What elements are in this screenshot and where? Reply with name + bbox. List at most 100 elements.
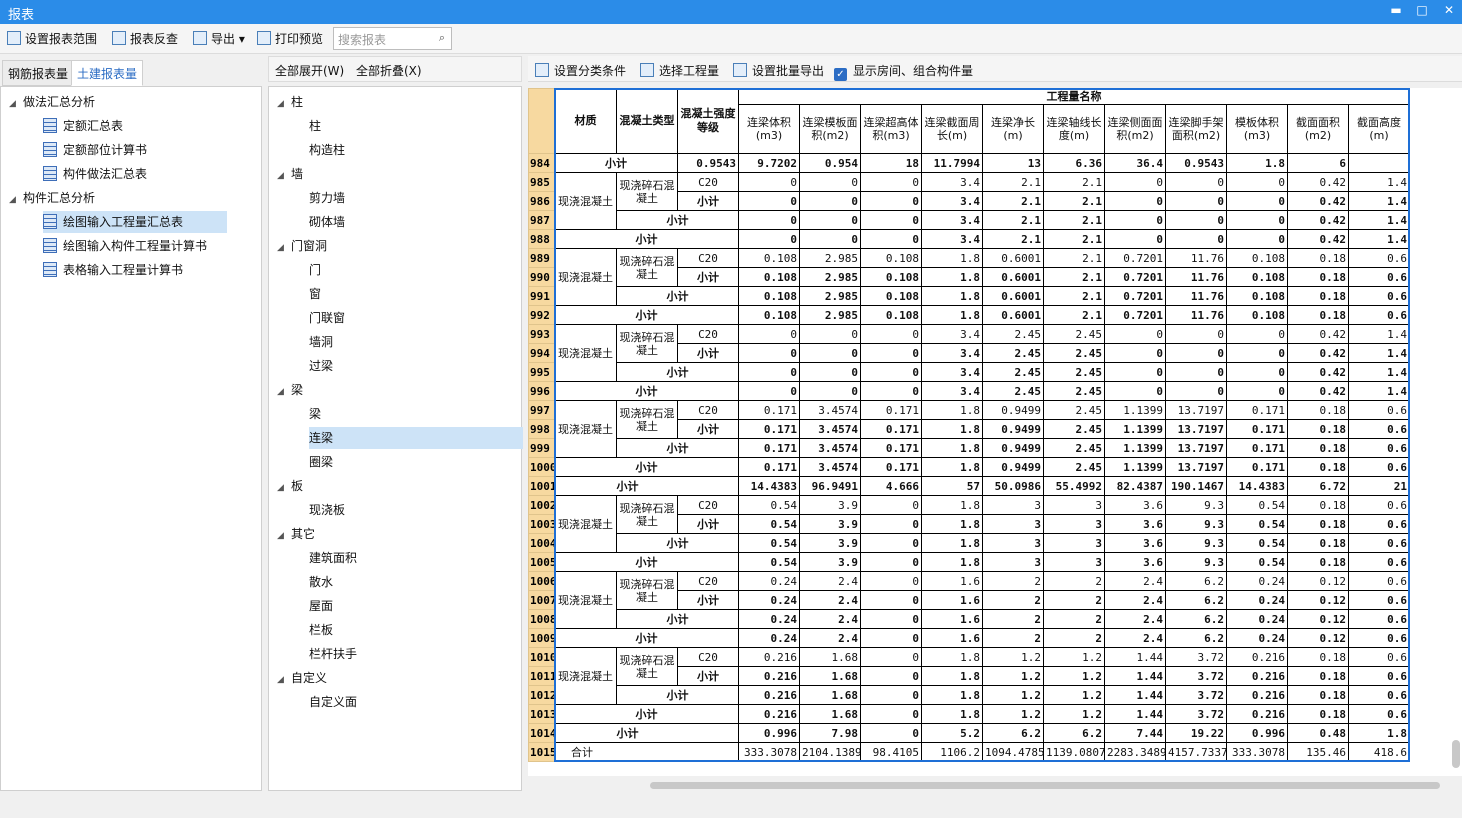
table-row[interactable]: 1001 小计 14.4383 96.9491 4.666 57 50.0986 55.499… bbox=[528, 476, 1411, 496]
search-icon[interactable]: ⌕ bbox=[439, 31, 445, 45]
component-item[interactable]: 现浇板 bbox=[309, 499, 523, 521]
component-group[interactable]: ◢ 自定义 bbox=[277, 667, 513, 689]
component-item[interactable]: 窗 bbox=[309, 283, 523, 305]
table-row[interactable]: 1012 小计 0.216 1.68 0 1.8 1.2 1.2 1.44 3.72 0.216 0.… bbox=[528, 685, 1411, 705]
component-item[interactable]: 栏板 bbox=[309, 619, 523, 641]
table-row[interactable]: 1014 小计 0.996 7.98 0 5.2 6.2 6.2 7.44 19.22 0.996 0… bbox=[528, 723, 1411, 743]
tab-rebar-report[interactable]: 钢筋报表量 bbox=[2, 60, 75, 86]
value-cell: 0 bbox=[860, 191, 922, 211]
tree-item[interactable]: 绘图输入构件工程量计算书 bbox=[43, 235, 227, 257]
table-row[interactable]: 1002 现浇混凝土 现浇碎石混凝土 C20 0.54 3.9 0 1.8 3 3 3.6 9.3 0.… bbox=[528, 495, 1411, 553]
minimize-button[interactable]: ▬ bbox=[1385, 3, 1407, 21]
component-item[interactable]: 剪力墙 bbox=[309, 187, 523, 209]
tree-group[interactable]: ◢ 构件汇总分析 bbox=[9, 187, 249, 209]
table-row[interactable]: 991 小计 0.108 2.985 0.108 1.8 0.6001 2.1 0.7201 11… bbox=[528, 286, 1411, 306]
expand-arrow-icon[interactable]: ◢ bbox=[9, 93, 23, 115]
table-row[interactable]: 1005 小计 0.54 3.9 0 1.8 3 3 3.6 9.3 0.54 0.18 0.6 bbox=[528, 552, 1411, 572]
reverse-check-button[interactable]: 报表反查 bbox=[112, 31, 178, 49]
component-item[interactable]: 砌体墙 bbox=[309, 211, 523, 233]
collapse-all-button[interactable]: 全部折叠(X) bbox=[356, 62, 422, 79]
table-row[interactable]: 993 现浇混凝土 现浇碎石混凝土 C20 0 0 0 3.4 2.45 2.45 0 0 0 0.42 1… bbox=[528, 324, 1411, 382]
component-group[interactable]: ◢ 其它 bbox=[277, 523, 513, 545]
component-item[interactable]: 梁 bbox=[309, 403, 523, 425]
value-cell: 11.76 bbox=[1165, 267, 1227, 287]
table-row[interactable]: 1009 小计 0.24 2.4 0 1.6 2 2 2.4 6.2 0.24 0.12 0.6 bbox=[528, 628, 1411, 648]
component-item[interactable]: 栏杆扶手 bbox=[309, 643, 523, 665]
table-row[interactable]: 987 小计 0 0 0 3.4 2.1 2.1 0 0 0 0.42 1.4 bbox=[528, 210, 1411, 230]
expand-arrow-icon[interactable]: ◢ bbox=[9, 189, 23, 211]
table-row[interactable]: 1010 现浇混凝土 现浇碎石混凝土 C20 0.216 1.68 0 1.8 1.2 1.2 1.… bbox=[528, 647, 1411, 705]
component-item[interactable]: 连梁 bbox=[309, 427, 523, 449]
component-item[interactable]: 过梁 bbox=[309, 355, 523, 377]
component-item[interactable]: 墙洞 bbox=[309, 331, 523, 353]
set-condition-button[interactable]: 设置分类条件 bbox=[535, 62, 626, 79]
component-group[interactable]: ◢ 柱 bbox=[277, 91, 513, 113]
expand-arrow-icon[interactable]: ◢ bbox=[277, 525, 291, 547]
table-row[interactable]: 1006 现浇混凝土 现浇碎石混凝土 C20 0.24 2.4 0 1.6 2 2 2.4 6.2 0.… bbox=[528, 571, 1411, 629]
component-item[interactable]: 门 bbox=[309, 259, 523, 281]
table-row[interactable]: 988 小计 0 0 0 3.4 2.1 2.1 0 0 0 0.42 1.4 bbox=[528, 229, 1411, 249]
table-row[interactable]: 992 小计 0.108 2.985 0.108 1.8 0.6001 2.1 0.7201 11… bbox=[528, 305, 1411, 325]
value-cell: 0 bbox=[738, 381, 800, 401]
expand-arrow-icon[interactable]: ◢ bbox=[277, 165, 291, 187]
close-button[interactable]: ✕ bbox=[1438, 3, 1460, 21]
component-group[interactable]: ◢ 板 bbox=[277, 475, 513, 497]
vertical-scrollbar[interactable] bbox=[1452, 740, 1460, 768]
value-cell: 3.9 bbox=[799, 495, 861, 515]
table-row[interactable]: 996 小计 0 0 0 3.4 2.45 2.45 0 0 0 0.42 1.4 bbox=[528, 381, 1411, 401]
expand-arrow-icon[interactable]: ◢ bbox=[277, 381, 291, 403]
subtotal-cell: 小计 bbox=[554, 628, 739, 648]
component-item[interactable]: 屋面 bbox=[309, 595, 523, 617]
tree-item[interactable]: 定额汇总表 bbox=[43, 115, 227, 137]
expand-arrow-icon[interactable]: ◢ bbox=[277, 237, 291, 259]
row-number: 1013 bbox=[528, 704, 555, 724]
component-item[interactable]: 门联窗 bbox=[309, 307, 523, 329]
value-cell: 1.68 bbox=[799, 647, 861, 667]
tree-item[interactable]: 表格输入工程量计算书 bbox=[43, 259, 227, 281]
component-item[interactable]: 构造柱 bbox=[309, 139, 523, 161]
component-group[interactable]: ◢ 门窗洞 bbox=[277, 235, 513, 257]
table-row[interactable]: 1008 小计 0.24 2.4 0 1.6 2 2 2.4 6.2 0.24 0.12 0.6 bbox=[528, 609, 1411, 629]
component-group[interactable]: ◢ 梁 bbox=[277, 379, 513, 401]
component-item[interactable]: 散水 bbox=[309, 571, 523, 593]
table-row[interactable]: 984 小计 0.9543 9.7202 0.954 18 11.7994 13 6.36 36.… bbox=[528, 153, 1410, 173]
tree-group[interactable]: ◢ 做法汇总分析 bbox=[9, 91, 249, 113]
tree-item[interactable]: 定额部位计算书 bbox=[43, 139, 227, 161]
component-item[interactable]: 建筑面积 bbox=[309, 547, 523, 569]
expand-all-button[interactable]: 全部展开(W) bbox=[275, 62, 344, 79]
table-row[interactable]: 1013 小计 0.216 1.68 0 1.8 1.2 1.2 1.44 3.72 0.216 0.… bbox=[528, 704, 1411, 724]
table-row[interactable]: 985 现浇混凝土 现浇碎石混凝土 C20 0 0 0 3.4 2.1 2.1 0 0 0 0.42 1.4 bbox=[528, 172, 1411, 230]
table-row[interactable]: 999 小计 0.171 3.4574 0.171 1.8 0.9499 2.45 1.1399… bbox=[528, 438, 1411, 458]
table-row[interactable]: 997 现浇混凝土 现浇碎石混凝土 C20 0.171 3.4574 0.171 1.8 0.9… bbox=[528, 400, 1411, 458]
table-row[interactable]: 989 现浇混凝土 现浇碎石混凝土 C20 0.108 2.985 0.108 1.8 0.60… bbox=[528, 248, 1411, 306]
search-input[interactable]: 搜索报表 ⌕ bbox=[333, 27, 452, 50]
component-group[interactable]: ◢ 墙 bbox=[277, 163, 513, 185]
tab-civil-report[interactable]: 土建报表量 bbox=[71, 60, 144, 86]
horizontal-scrollbar[interactable] bbox=[650, 782, 1440, 789]
set-range-button[interactable]: 设置报表范围 bbox=[7, 31, 97, 49]
value-cell: 2 bbox=[982, 590, 1044, 610]
value-cell: 1.6 bbox=[921, 628, 983, 648]
tree-item[interactable]: 绘图输入工程量汇总表 bbox=[43, 211, 227, 233]
table-row[interactable]: 1004 小计 0.54 3.9 0 1.8 3 3 3.6 9.3 0.54 0.18 0.6 bbox=[528, 533, 1411, 553]
show-rooms-checkbox[interactable]: ✓ 显示房间、组合构件量 bbox=[834, 62, 973, 81]
component-label: 窗 bbox=[309, 287, 322, 301]
export-button[interactable]: 导出 ▾ bbox=[193, 31, 245, 49]
table-row[interactable]: 1015 合计 333.3078 2104.1389 98.4105 1106.2 1094… bbox=[528, 742, 1411, 762]
batch-export-button[interactable]: 设置批量导出 bbox=[733, 62, 824, 79]
expand-arrow-icon[interactable]: ◢ bbox=[277, 477, 291, 499]
component-item[interactable]: 圈梁 bbox=[309, 451, 523, 473]
expand-arrow-icon[interactable]: ◢ bbox=[277, 93, 291, 115]
table-row[interactable]: 1000 小计 0.171 3.4574 0.171 1.8 0.9499 2.45 1.139… bbox=[528, 457, 1411, 477]
select-quantity-button[interactable]: 选择工程量 bbox=[640, 62, 719, 79]
component-item[interactable]: 自定义面 bbox=[309, 691, 523, 713]
print-preview-button[interactable]: 打印预览 bbox=[257, 31, 323, 49]
maximize-button[interactable]: □ bbox=[1411, 3, 1433, 21]
component-label: 连梁 bbox=[309, 431, 334, 445]
value-cell: 2 bbox=[1043, 571, 1105, 591]
table-row[interactable]: 995 小计 0 0 0 3.4 2.45 2.45 0 0 0 0.42 1.4 bbox=[528, 362, 1411, 382]
component-item[interactable]: 柱 bbox=[309, 115, 523, 137]
tree-item[interactable]: 构件做法汇总表 bbox=[43, 163, 227, 185]
expand-arrow-icon[interactable]: ◢ bbox=[277, 669, 291, 691]
report-grid[interactable]: 材质 混凝土类型 混凝土强度等级 工程量名称 连梁体积(m3) 连梁模板面积(m2) 连梁超… bbox=[528, 88, 1462, 776]
